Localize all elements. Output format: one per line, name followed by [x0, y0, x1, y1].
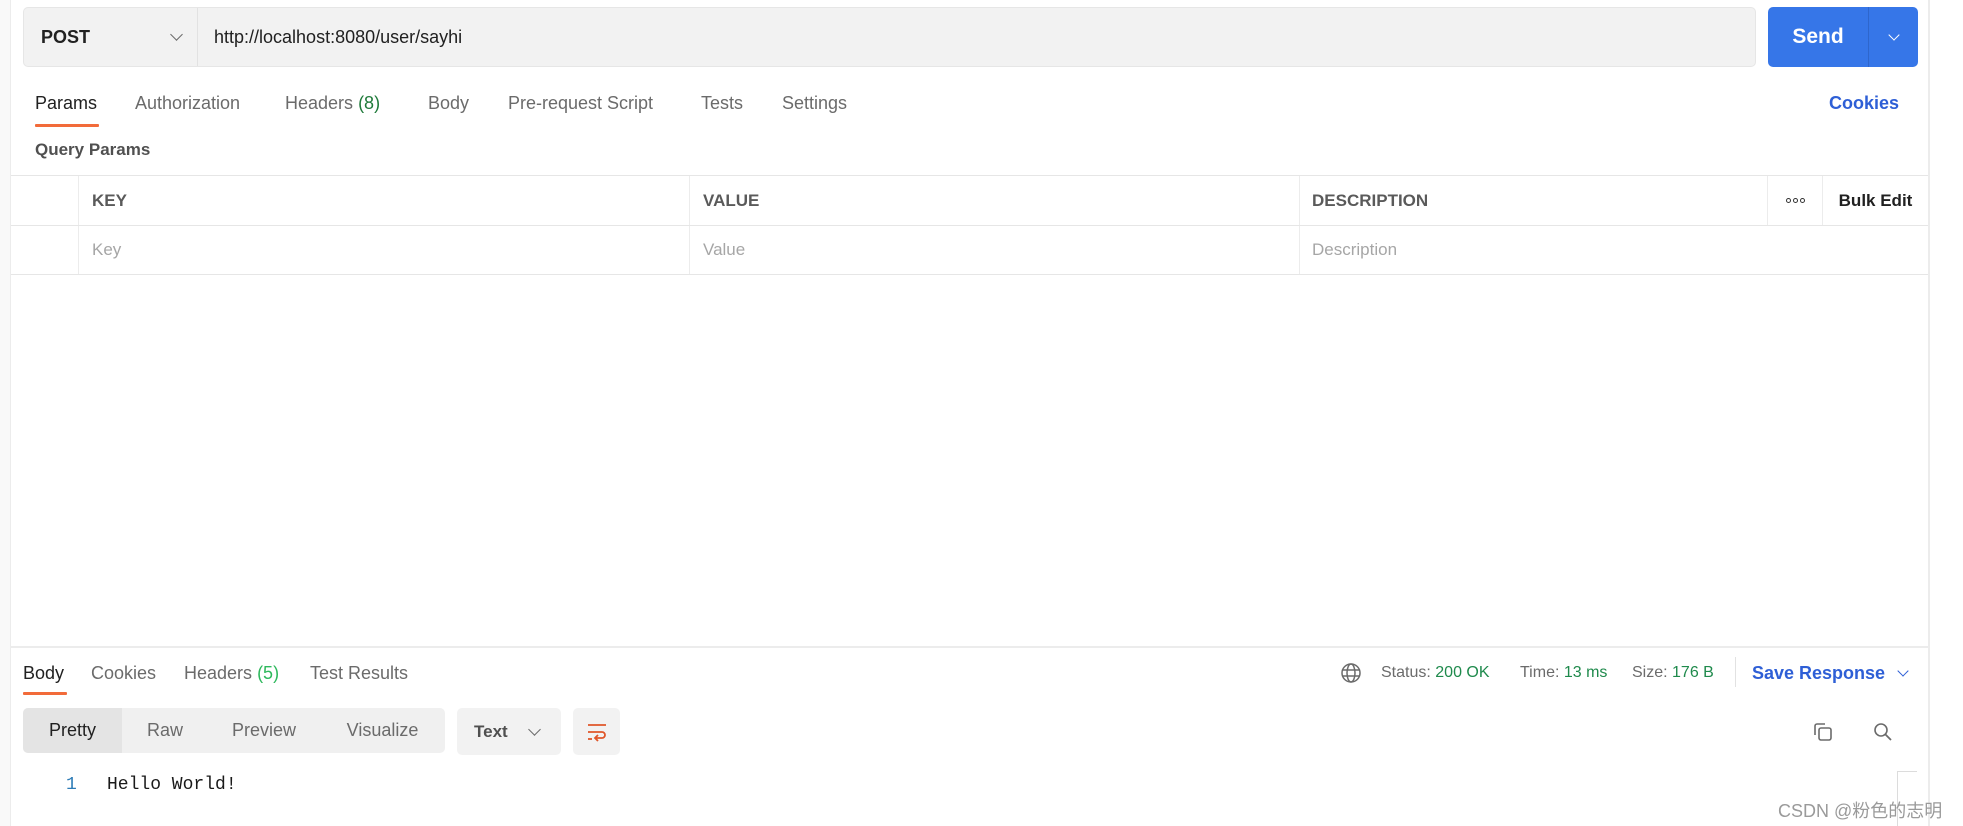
- search-icon[interactable]: [1870, 719, 1896, 745]
- key-input[interactable]: Key: [78, 226, 689, 274]
- checkbox-column-header: [11, 176, 78, 225]
- tab-label: Settings: [782, 93, 848, 113]
- tab-pre-request-script[interactable]: Pre-request Script: [508, 88, 653, 118]
- column-header-description: DESCRIPTION: [1299, 176, 1767, 225]
- active-tab-indicator: [35, 124, 99, 127]
- tab-label: Authorization: [135, 93, 241, 113]
- view-pretty-button[interactable]: Pretty: [23, 708, 122, 753]
- send-button[interactable]: Send: [1768, 7, 1869, 67]
- view-raw-button[interactable]: Raw: [122, 708, 208, 753]
- url-input[interactable]: [198, 8, 1755, 66]
- bulk-edit-button[interactable]: Bulk Edit: [1822, 176, 1928, 225]
- tab-label: Tests: [701, 93, 744, 113]
- divider: [1735, 657, 1736, 687]
- response-tab-cookies[interactable]: Cookies: [91, 660, 156, 686]
- tab-settings[interactable]: Settings: [782, 88, 847, 118]
- chevron-down-icon: [527, 722, 541, 736]
- active-response-tab-indicator: [23, 692, 67, 695]
- table-row: Key Value Description: [11, 225, 1928, 275]
- tab-label: Params: [35, 93, 98, 113]
- view-visualize-button[interactable]: Visualize: [320, 708, 445, 753]
- tab-label: Body: [428, 93, 470, 113]
- tab-body[interactable]: Body: [428, 88, 469, 118]
- headers-count: (8): [358, 93, 381, 113]
- panel-divider[interactable]: [1928, 0, 1930, 826]
- tab-label: Pre-request Script: [508, 93, 654, 113]
- send-button-group: Send: [1768, 7, 1918, 67]
- format-label: Text: [474, 721, 508, 741]
- status-label: Status:: [1381, 664, 1431, 681]
- size-value: 176 B: [1672, 664, 1714, 681]
- line-number: 1: [66, 775, 77, 795]
- status-value: 200 OK: [1435, 664, 1490, 681]
- status-readout: Status: 200 OK: [1381, 660, 1490, 686]
- tab-params[interactable]: Params: [35, 88, 97, 118]
- more-horizontal-icon: [1785, 198, 1805, 203]
- sidebar-edge: [0, 0, 11, 826]
- column-header-key: KEY: [78, 176, 689, 225]
- save-response-button[interactable]: Save Response: [1752, 660, 1909, 686]
- size-readout: Size: 176 B: [1632, 660, 1714, 686]
- chevron-down-icon: [1897, 664, 1909, 677]
- response-headers-count: (5): [257, 663, 280, 683]
- globe-icon[interactable]: [1340, 662, 1362, 684]
- method-select[interactable]: POST: [24, 8, 198, 66]
- wrap-lines-button[interactable]: [573, 708, 620, 755]
- tab-label: Headers: [184, 663, 253, 683]
- format-select[interactable]: Text: [457, 708, 561, 755]
- response-tab-test-results[interactable]: Test Results: [310, 660, 408, 686]
- chevron-down-icon: [1887, 28, 1900, 41]
- view-preview-button[interactable]: Preview: [208, 708, 320, 753]
- query-params-table: KEY VALUE DESCRIPTION Bulk Edit Key Valu…: [11, 175, 1928, 275]
- table-header-row: KEY VALUE DESCRIPTION Bulk Edit: [11, 175, 1928, 225]
- cookies-link[interactable]: Cookies: [1829, 88, 1899, 118]
- time-label: Time:: [1520, 664, 1560, 681]
- copy-icon[interactable]: [1810, 719, 1836, 745]
- response-pane-divider[interactable]: [11, 646, 1928, 648]
- more-options-button[interactable]: [1767, 176, 1822, 225]
- tab-authorization[interactable]: Authorization: [135, 88, 240, 118]
- description-input[interactable]: Description: [1299, 226, 1928, 274]
- chevron-down-icon: [170, 28, 183, 41]
- tab-tests[interactable]: Tests: [701, 88, 743, 118]
- size-label: Size:: [1632, 664, 1668, 681]
- code-line: Hello World!: [107, 775, 237, 795]
- request-url-bar: POST: [23, 7, 1756, 67]
- row-checkbox-cell: [11, 226, 78, 274]
- watermark: CSDN @粉色的志明: [1778, 801, 1943, 821]
- value-input[interactable]: Value: [689, 226, 1299, 274]
- tab-headers[interactable]: Headers (8): [285, 88, 380, 118]
- save-response-label: Save Response: [1752, 663, 1886, 683]
- query-params-title: Query Params: [35, 140, 151, 159]
- column-header-value: VALUE: [689, 176, 1299, 225]
- time-value: 13 ms: [1563, 664, 1608, 681]
- method-label: POST: [41, 26, 91, 47]
- time-readout: Time: 13 ms: [1520, 660, 1607, 686]
- wrap-text-icon: [587, 723, 606, 742]
- tab-label: Headers: [285, 93, 354, 113]
- view-mode-selector: Pretty Raw Preview Visualize: [23, 708, 445, 753]
- send-options-button[interactable]: [1869, 7, 1918, 67]
- response-tab-headers[interactable]: Headers (5): [184, 660, 279, 686]
- response-tab-body[interactable]: Body: [23, 660, 64, 686]
